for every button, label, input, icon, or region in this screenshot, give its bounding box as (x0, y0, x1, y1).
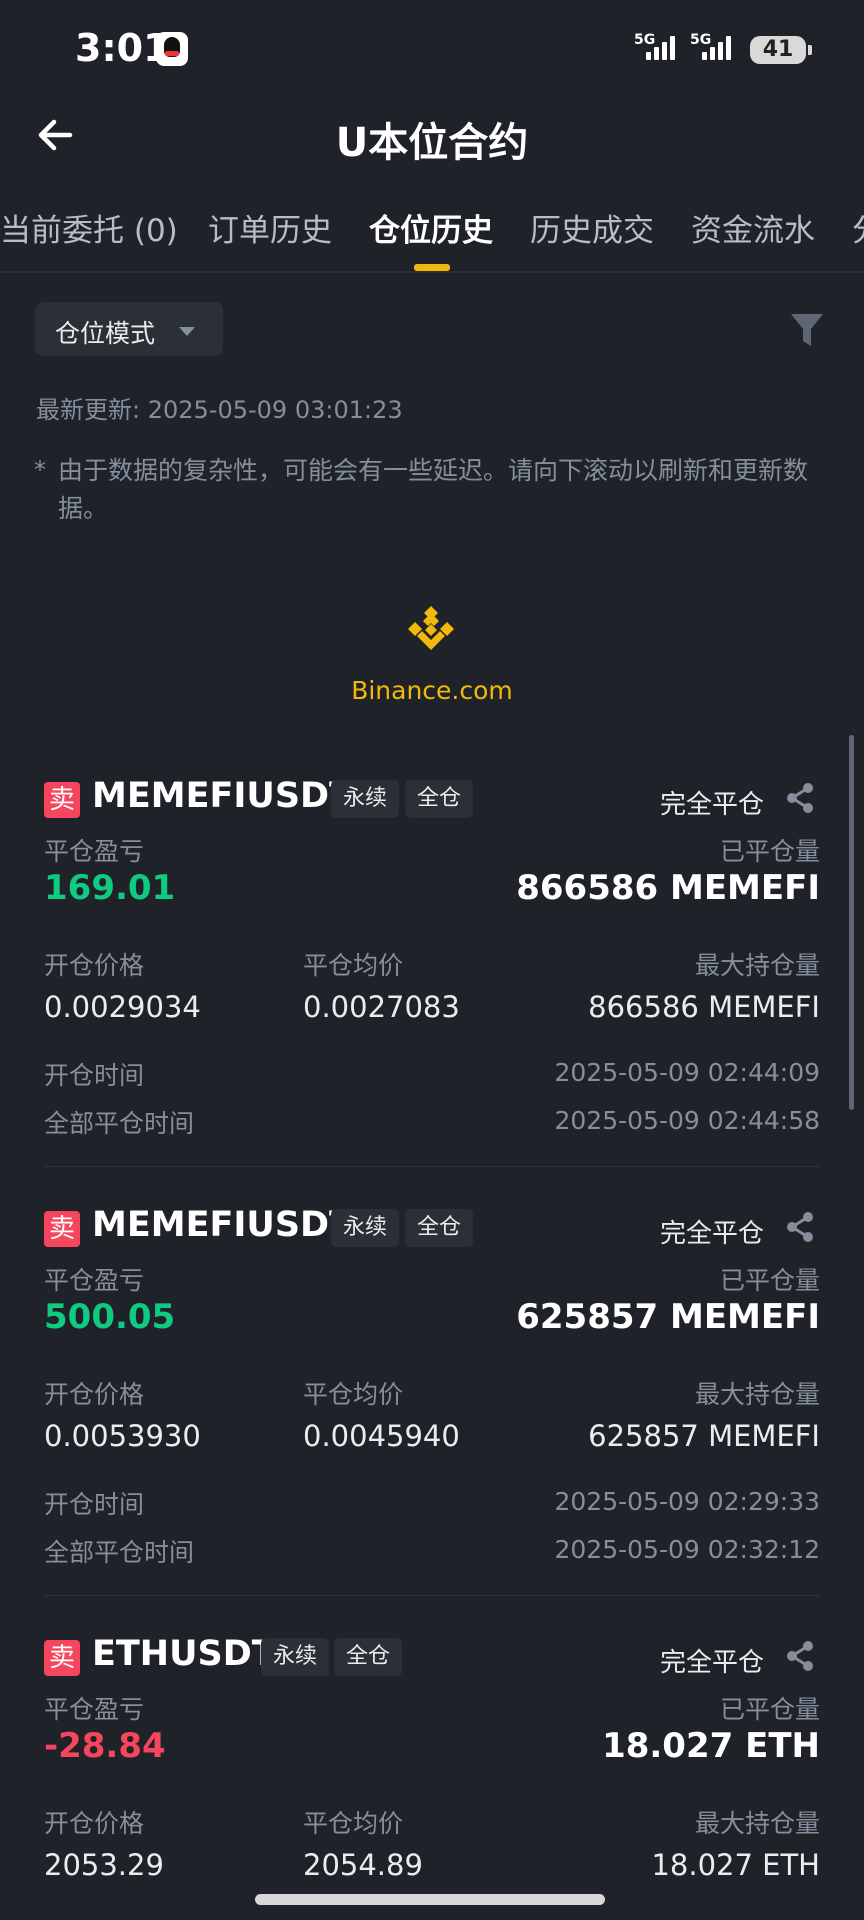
close-pnl-label: 平仓盈亏 (44, 1266, 145, 1295)
avg-close-price-value: 0.0027083 (303, 990, 460, 1024)
close-time-label: 全部平仓时间 (44, 1538, 195, 1567)
note-asterisk: * (34, 456, 46, 484)
position-status: 完全平仓 (659, 1219, 764, 1249)
network-type-label: 5G (690, 32, 712, 48)
open-time-value: 2025-05-09 02:44:09 (554, 1058, 820, 1087)
tag-perpetual: 永续 (331, 1209, 400, 1247)
tabs-divider (0, 271, 864, 273)
battery-level: 41 (762, 37, 794, 62)
position-card[interactable]: 卖 ETHUSDT 永续 全仓 完全平仓 平仓盈亏 已平仓量 -28.84 18… (0, 1620, 864, 1920)
tag-cross-margin: 全仓 (405, 1209, 474, 1247)
symbol: MEMEFIUSDT (92, 1205, 353, 1245)
card-divider (44, 1166, 820, 1167)
entry-price-label: 开仓价格 (44, 1809, 145, 1838)
closed-volume-label: 已平仓量 (719, 837, 820, 866)
tag-cross-margin: 全仓 (405, 780, 474, 818)
network-type-label: 5G (634, 32, 656, 48)
max-position-value: 18.027 ETH (651, 1848, 820, 1882)
position-status: 完全平仓 (659, 790, 764, 820)
position-mode-dropdown[interactable]: 仓位模式 (35, 302, 223, 356)
open-time-value: 2025-05-09 02:29:33 (554, 1487, 820, 1516)
side-badge: 卖 (44, 1640, 80, 1676)
filter-icon[interactable] (790, 312, 824, 348)
tab-position-history[interactable]: 仓位历史 (369, 205, 493, 250)
side-badge: 卖 (44, 1211, 80, 1247)
active-tab-indicator (414, 264, 450, 271)
entry-price-value: 2053.29 (44, 1848, 164, 1882)
tab-order-history[interactable]: 订单历史 (208, 205, 332, 250)
symbol: ETHUSDT (92, 1634, 276, 1674)
avg-close-price-label: 平仓均价 (303, 951, 404, 980)
entry-price-value: 0.0053930 (44, 1419, 201, 1453)
symbol: MEMEFIUSDT (92, 776, 353, 816)
closed-volume-value: 866586 MEMEFI (516, 868, 820, 908)
last-updated-text: 最新更新: 2025-05-09 03:01:23 (36, 396, 403, 424)
closed-volume-label: 已平仓量 (719, 1266, 820, 1295)
closed-volume-value: 18.027 ETH (602, 1726, 820, 1766)
position-card[interactable]: 卖 MEMEFIUSDT 永续 全仓 完全平仓 平仓盈亏 已平仓量 169.01… (0, 762, 864, 1192)
close-pnl-value: 500.05 (44, 1297, 176, 1337)
tab-open-orders[interactable]: 当前委托 (0) (0, 205, 178, 250)
side-badge: 卖 (44, 782, 80, 818)
tab-trade-history[interactable]: 历史成交 (530, 205, 654, 250)
position-card[interactable]: 卖 MEMEFIUSDT 永续 全仓 完全平仓 平仓盈亏 已平仓量 500.05… (0, 1191, 864, 1621)
card-divider (44, 1595, 820, 1596)
avg-close-price-label: 平仓均价 (303, 1809, 404, 1838)
avg-close-price-value: 2054.89 (303, 1848, 423, 1882)
tag-perpetual: 永续 (331, 780, 400, 818)
position-status: 完全平仓 (659, 1648, 764, 1678)
battery-icon: 41 (750, 36, 806, 64)
max-position-value: 625857 MEMEFI (588, 1419, 820, 1453)
close-pnl-value: -28.84 (44, 1726, 166, 1766)
close-pnl-label: 平仓盈亏 (44, 1695, 145, 1724)
page-title: U本位合约 (335, 120, 529, 166)
tab-transaction-history[interactable]: 资金流水 (691, 205, 815, 250)
avg-close-price-label: 平仓均价 (303, 1380, 404, 1409)
open-time-label: 开仓时间 (44, 1061, 145, 1090)
delay-note: 由于数据的复杂性，可能会有一些延迟。请向下滚动以刷新和更新数据。 (58, 456, 809, 523)
share-icon[interactable] (785, 782, 815, 814)
tab-more[interactable]: 分 (852, 205, 864, 250)
watermark-text: Binance.com (351, 676, 513, 705)
battery-tip (808, 45, 812, 55)
home-indicator[interactable] (255, 1894, 605, 1905)
avg-close-price-value: 0.0045940 (303, 1419, 460, 1453)
close-pnl-value: 169.01 (44, 868, 176, 908)
tag-perpetual: 永续 (261, 1638, 330, 1676)
close-time-value: 2025-05-09 02:44:58 (554, 1106, 820, 1135)
qq-penguin-icon (156, 32, 188, 66)
entry-price-value: 0.0029034 (44, 990, 201, 1024)
max-position-label: 最大持仓量 (694, 1809, 820, 1838)
binance-logo-icon (408, 606, 454, 650)
status-bar: 3:01 5G 5G 41 (0, 0, 864, 100)
close-time-label: 全部平仓时间 (44, 1109, 195, 1138)
close-time-value: 2025-05-09 02:32:12 (554, 1535, 820, 1564)
position-mode-label: 仓位模式 (55, 319, 156, 348)
max-position-value: 866586 MEMEFI (588, 990, 820, 1024)
scrollbar[interactable] (849, 735, 854, 1110)
max-position-label: 最大持仓量 (694, 1380, 820, 1409)
share-icon[interactable] (785, 1211, 815, 1243)
entry-price-label: 开仓价格 (44, 951, 145, 980)
max-position-label: 最大持仓量 (694, 951, 820, 980)
tag-cross-margin: 全仓 (334, 1638, 403, 1676)
closed-volume-label: 已平仓量 (719, 1695, 820, 1724)
tab-bar: 当前委托 (0) 订单历史 仓位历史 历史成交 资金流水 分 (0, 205, 864, 271)
open-time-label: 开仓时间 (44, 1490, 145, 1519)
closed-volume-value: 625857 MEMEFI (516, 1297, 820, 1337)
caret-down-icon (179, 327, 195, 336)
share-icon[interactable] (785, 1640, 815, 1672)
close-pnl-label: 平仓盈亏 (44, 837, 145, 866)
entry-price-label: 开仓价格 (44, 1380, 145, 1409)
